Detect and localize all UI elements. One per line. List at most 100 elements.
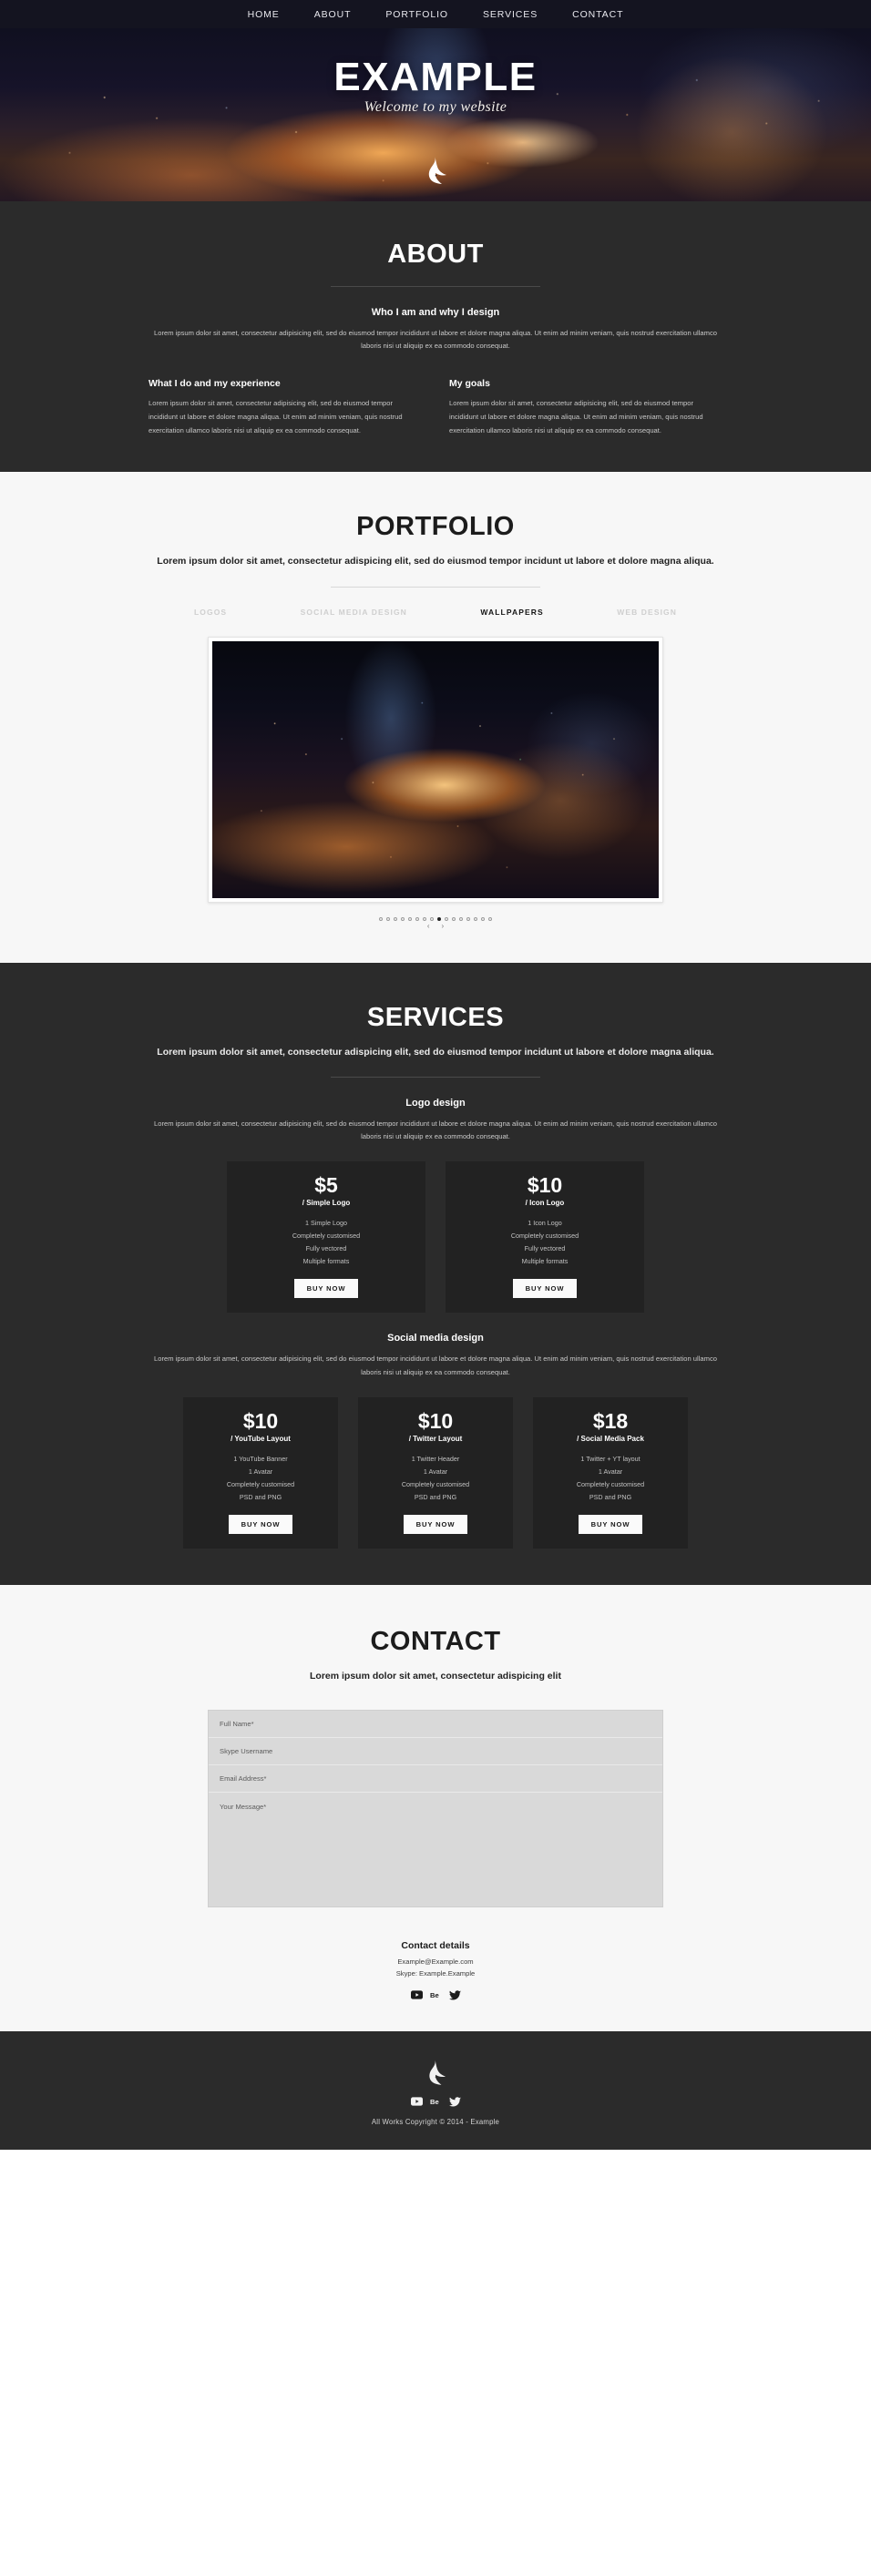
buy-now-button[interactable]: BUY NOW bbox=[512, 1279, 578, 1299]
portfolio-slide[interactable] bbox=[208, 636, 663, 903]
carousel-dot[interactable] bbox=[430, 916, 434, 921]
behance-icon[interactable]: Be bbox=[430, 2097, 442, 2107]
youtube-icon[interactable] bbox=[410, 2097, 423, 2107]
behance-icon[interactable]: Be bbox=[430, 1990, 442, 2000]
message-textarea[interactable] bbox=[209, 1793, 662, 1907]
contact-details-title: Contact details bbox=[401, 1940, 470, 1952]
price-feature: Completely customised bbox=[401, 1479, 470, 1488]
price-feature: 1 Simple Logo bbox=[305, 1219, 347, 1228]
hero-title: EXAMPLE bbox=[333, 55, 538, 99]
portfolio-divider bbox=[331, 586, 540, 588]
price-amount: $10 bbox=[417, 1408, 454, 1433]
footer-social-links: Be bbox=[0, 2096, 871, 2107]
svg-text:Be: Be bbox=[430, 2098, 439, 2106]
price-amount: $10 bbox=[527, 1173, 563, 1198]
email-address-input[interactable] bbox=[209, 1765, 662, 1794]
twitter-icon[interactable] bbox=[448, 2096, 461, 2107]
carousel-dot[interactable] bbox=[423, 916, 426, 921]
about-column-copy: Lorem ipsum dolor sit amet, consectetur … bbox=[449, 399, 703, 434]
portfolio-filter-logos[interactable]: LOGOS bbox=[194, 608, 227, 617]
about-column-experience: What I do and my experience Lorem ipsum … bbox=[149, 378, 422, 437]
skype-username-input[interactable] bbox=[209, 1738, 662, 1766]
pricing-card[interactable]: $18 / Social Media Pack 1 Twitter + YT l… bbox=[533, 1396, 688, 1549]
contact-social-links: Be bbox=[0, 1989, 871, 2000]
about-column-goals: My goals Lorem ipsum dolor sit amet, con… bbox=[449, 378, 722, 437]
nav-item-about[interactable]: ABOUT bbox=[314, 9, 352, 20]
carousel-dot[interactable] bbox=[379, 916, 383, 921]
portfolio-lead: Lorem ipsum dolor sit amet, consectetur … bbox=[157, 556, 714, 567]
services-group-copy-social: Lorem ipsum dolor sit amet, consectetur … bbox=[154, 1354, 717, 1376]
nav-item-home[interactable]: HOME bbox=[248, 9, 280, 20]
carousel-arrows: ‹ › bbox=[427, 922, 444, 930]
pricing-card[interactable]: $10 / Icon Logo 1 Icon Logo Completely c… bbox=[446, 1161, 644, 1314]
chevron-left-icon[interactable]: ‹ bbox=[427, 922, 430, 930]
carousel-dot[interactable] bbox=[481, 916, 485, 921]
price-feature: Fully vectored bbox=[305, 1244, 347, 1253]
price-plan: / Social Media Pack bbox=[577, 1434, 644, 1443]
carousel-dot[interactable] bbox=[408, 916, 412, 921]
contact-form bbox=[208, 1710, 663, 1908]
price-feature: 1 Twitter + YT layout bbox=[580, 1454, 640, 1463]
price-feature: Fully vectored bbox=[524, 1244, 566, 1253]
price-amount: $5 bbox=[314, 1173, 338, 1198]
contact-title: CONTACT bbox=[370, 1626, 501, 1656]
site-footer: Be All Works Copyright © 2014 - Example bbox=[0, 2030, 871, 2150]
nav-item-contact[interactable]: CONTACT bbox=[572, 9, 623, 20]
carousel-dot[interactable] bbox=[394, 916, 397, 921]
about-column-title: What I do and my experience bbox=[149, 378, 281, 390]
hero-banner: EXAMPLE Welcome to my website bbox=[0, 28, 871, 201]
price-feature: 1 YouTube Banner bbox=[233, 1454, 288, 1463]
services-divider bbox=[331, 1077, 540, 1078]
price-plan: / Icon Logo bbox=[525, 1199, 565, 1208]
pricing-card[interactable]: $5 / Simple Logo 1 Simple Logo Completel… bbox=[227, 1161, 425, 1314]
buy-now-button[interactable]: BUY NOW bbox=[578, 1514, 643, 1534]
carousel-dot[interactable] bbox=[488, 916, 492, 921]
carousel-dot[interactable] bbox=[474, 916, 477, 921]
price-features: 1 Twitter + YT layout 1 Avatar Completel… bbox=[542, 1453, 679, 1504]
about-column-copy: Lorem ipsum dolor sit amet, consectetur … bbox=[149, 399, 403, 434]
portfolio-section: PORTFOLIO Lorem ipsum dolor sit amet, co… bbox=[0, 472, 871, 963]
buy-now-button[interactable]: BUY NOW bbox=[403, 1514, 468, 1534]
price-plan: / Simple Logo bbox=[302, 1199, 351, 1208]
buy-now-button[interactable]: BUY NOW bbox=[293, 1279, 359, 1299]
price-features: 1 Icon Logo Completely customised Fully … bbox=[455, 1217, 635, 1268]
portfolio-title: PORTFOLIO bbox=[356, 512, 515, 542]
full-name-input[interactable] bbox=[209, 1711, 662, 1739]
carousel-dot[interactable] bbox=[459, 916, 463, 921]
about-block-copy: Lorem ipsum dolor sit amet, consectetur … bbox=[154, 329, 717, 351]
nav-item-portfolio[interactable]: PORTFOLIO bbox=[385, 9, 448, 20]
carousel-dot[interactable] bbox=[452, 916, 456, 921]
pricing-card[interactable]: $10 / YouTube Layout 1 YouTube Banner 1 … bbox=[183, 1396, 338, 1549]
portfolio-slide-image bbox=[212, 640, 659, 898]
carousel-dot[interactable] bbox=[445, 916, 448, 921]
price-feature: 1 Icon Logo bbox=[528, 1219, 562, 1228]
carousel-dot[interactable] bbox=[466, 916, 470, 921]
carousel-dot[interactable] bbox=[415, 916, 419, 921]
twitter-icon[interactable] bbox=[448, 1989, 461, 2000]
nav-item-services[interactable]: SERVICES bbox=[483, 9, 538, 20]
chevron-right-icon[interactable]: › bbox=[442, 922, 445, 930]
svg-text:Be: Be bbox=[430, 1991, 439, 1999]
about-section: ABOUT Who I am and why I design Lorem ip… bbox=[0, 201, 871, 473]
services-section: SERVICES Lorem ipsum dolor sit amet, con… bbox=[0, 962, 871, 1585]
brand-l-logo-icon[interactable] bbox=[0, 2059, 871, 2086]
price-plan: / YouTube Layout bbox=[231, 1434, 291, 1443]
carousel-dot[interactable] bbox=[401, 916, 405, 921]
youtube-icon[interactable] bbox=[410, 1990, 423, 2000]
price-amount: $10 bbox=[242, 1408, 279, 1433]
price-feature: 1 Avatar bbox=[248, 1467, 273, 1476]
price-feature: Completely customised bbox=[576, 1479, 645, 1488]
portfolio-filter-web-design[interactable]: WEB DESIGN bbox=[617, 608, 677, 617]
buy-now-button[interactable]: BUY NOW bbox=[228, 1514, 293, 1534]
price-amount: $18 bbox=[592, 1408, 629, 1433]
contact-details: Contact details Example@Example.com Skyp… bbox=[0, 1940, 871, 2000]
carousel-dot[interactable] bbox=[437, 916, 441, 921]
pricing-card[interactable]: $10 / Twitter Layout 1 Twitter Header 1 … bbox=[358, 1396, 513, 1549]
carousel-dot[interactable] bbox=[386, 916, 390, 921]
portfolio-filter-wallpapers[interactable]: WALLPAPERS bbox=[480, 608, 543, 617]
pricing-row-logo: $5 / Simple Logo 1 Simple Logo Completel… bbox=[149, 1161, 722, 1314]
price-feature: Completely customised bbox=[292, 1232, 361, 1241]
portfolio-filter-social-media-design[interactable]: SOCIAL MEDIA DESIGN bbox=[301, 608, 407, 617]
brand-l-logo-icon[interactable] bbox=[424, 156, 447, 185]
price-feature: PSD and PNG bbox=[589, 1492, 632, 1501]
